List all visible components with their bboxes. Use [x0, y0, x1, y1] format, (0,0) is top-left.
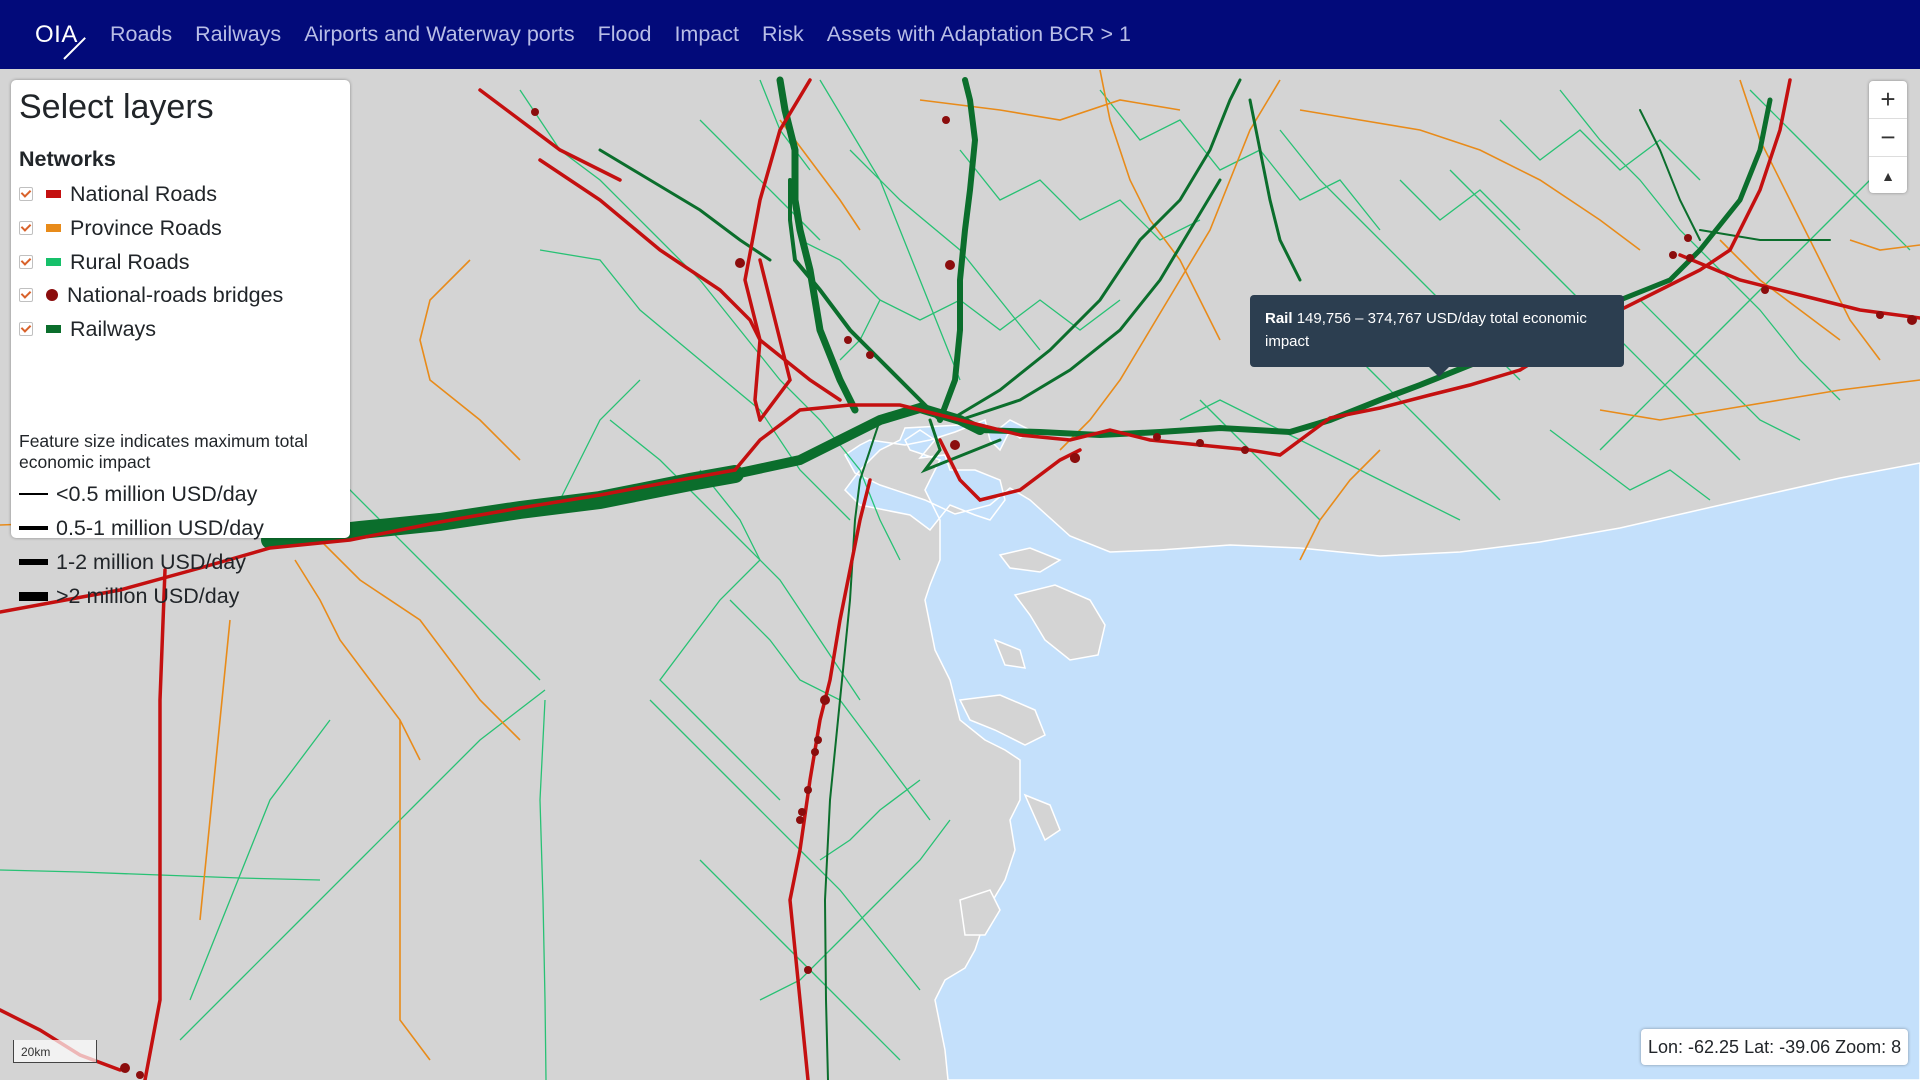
nav-link-airports-ports[interactable]: Airports and Waterway ports [304, 22, 574, 47]
layer-label-bridges: National-roads bridges [67, 282, 284, 307]
swatch-rural-roads [46, 258, 61, 266]
layer-toggle-railways[interactable]: Railways [19, 314, 156, 344]
checkbox-rural-roads[interactable] [19, 255, 33, 269]
checkbox-bridges[interactable] [19, 288, 33, 302]
layer-toggle-province-roads[interactable]: Province Roads [19, 213, 222, 243]
layer-label-railways: Railways [70, 316, 157, 341]
top-navbar: OIA Roads Railways Airports and Waterway… [0, 0, 1920, 69]
layer-selector-panel: Select layers Networks National Roads Pr… [11, 80, 350, 608]
size-line-thick [19, 559, 48, 565]
nav-link-risk[interactable]: Risk [762, 22, 804, 47]
size-legend-row: 0.5-1 million USD/day [19, 513, 264, 543]
nav-link-flood[interactable]: Flood [598, 22, 652, 47]
panel-title: Select layers [19, 88, 214, 126]
checkbox-railways[interactable] [19, 322, 33, 336]
zoom-out-button[interactable]: − [1869, 119, 1907, 157]
reset-bearing-icon[interactable]: ▲ [1869, 157, 1907, 194]
nav-link-adaptation[interactable]: Assets with Adaptation BCR > 1 [827, 22, 1131, 47]
tooltip-title: Rail [1265, 310, 1293, 327]
coordinate-text: Lon: -62.25 Lat: -39.06 Zoom: 8 [1648, 1036, 1902, 1057]
layer-label-rural-roads: Rural Roads [70, 249, 190, 274]
checkbox-national-roads[interactable] [19, 187, 33, 201]
tooltip-arrow [1429, 367, 1449, 377]
size-line-thickest [19, 591, 48, 601]
scale-bar: 20km [13, 1040, 97, 1063]
scale-label: 20km [21, 1045, 51, 1059]
size-label-1: <0.5 million USD/day [56, 481, 258, 506]
swatch-bridges [46, 289, 58, 301]
networks-section-title: Networks [19, 147, 116, 171]
size-label-3: 1-2 million USD/day [56, 549, 246, 574]
size-legend-row: >2 million USD/day [19, 581, 239, 611]
layer-toggle-bridges[interactable]: National-roads bridges [19, 280, 283, 310]
size-line-medium [19, 526, 48, 530]
size-legend-row: 1-2 million USD/day [19, 547, 246, 577]
brand-text: OIA [35, 21, 78, 48]
layer-label-province-roads: Province Roads [70, 215, 222, 240]
coordinate-readout: Lon: -62.25 Lat: -39.06 Zoom: 8 [1641, 1029, 1909, 1065]
feature-tooltip: Rail 149,756 – 374,767 USD/day total eco… [1250, 295, 1624, 377]
layer-label-national-roads: National Roads [70, 181, 218, 206]
tooltip-text: 149,756 – 374,767 USD/day total economic… [1265, 310, 1587, 350]
swatch-province-roads [46, 224, 61, 232]
size-label-2: 0.5-1 million USD/day [56, 515, 264, 540]
size-legend-row: <0.5 million USD/day [19, 479, 257, 509]
feature-size-note: Feature size indicates maximum total eco… [19, 431, 308, 472]
size-line-thin [19, 493, 48, 495]
size-label-4: >2 million USD/day [56, 583, 240, 608]
layer-toggle-national-roads[interactable]: National Roads [19, 179, 217, 209]
nav-link-railways[interactable]: Railways [195, 22, 281, 47]
map-zoom-controls: + − ▲ [1869, 81, 1907, 193]
nav-link-impact[interactable]: Impact [674, 22, 739, 47]
zoom-in-button[interactable]: + [1869, 81, 1907, 119]
tooltip-content: Rail 149,756 – 374,767 USD/day total eco… [1265, 307, 1610, 353]
checkbox-province-roads[interactable] [19, 221, 33, 235]
swatch-railways [46, 325, 61, 333]
nav-link-roads[interactable]: Roads [110, 22, 172, 47]
swatch-national-roads [46, 190, 61, 198]
brand-logo[interactable]: OIA [0, 0, 110, 69]
layer-toggle-rural-roads[interactable]: Rural Roads [19, 247, 190, 277]
